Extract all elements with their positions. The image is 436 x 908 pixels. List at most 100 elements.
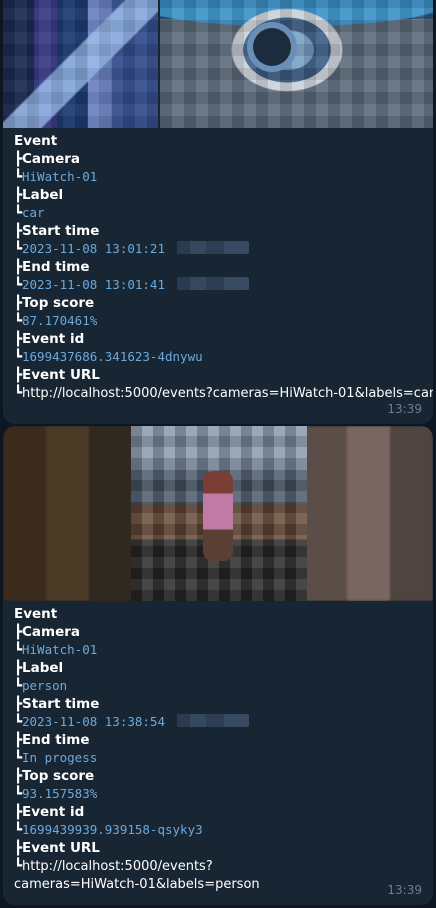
redacted-block (177, 277, 249, 290)
snapshot-detail (203, 471, 233, 561)
field-label: Event URL (22, 367, 100, 383)
tree-branch-glyph: ┣ (14, 259, 23, 275)
tree-leaf-glyph: ┗ (14, 858, 23, 874)
field-camera: ┣ Camera (14, 150, 422, 168)
tree-leaf-glyph: ┗ (14, 642, 23, 658)
field-start-time: ┣ Start time (14, 695, 422, 713)
field-value-row: ┗ http://localhost:5000/events? (14, 857, 422, 876)
field-event-url: ┣ Event URL (14, 839, 422, 857)
end-time-value[interactable]: 2023-11-08 13:01:41 (22, 276, 165, 294)
chat-view: Event ┣ Camera ┗ HiWatch-01 ┣ Label ┗ ca… (0, 0, 436, 908)
field-value-row: ┗ HiWatch-01 (14, 168, 422, 186)
tree-leaf-glyph: ┗ (14, 277, 23, 293)
tree-branch-glyph: ┣ (14, 367, 23, 383)
tree-branch-glyph: ┣ (14, 804, 23, 820)
field-value-row: ┗ 1699437686.341623-4dnywu (14, 348, 422, 366)
camera-value[interactable]: HiWatch-01 (22, 168, 97, 186)
message-text: Event ┣ Camera ┗ HiWatch-01 ┣ Label ┗ ca… (3, 128, 433, 403)
tree-leaf-glyph: ┗ (14, 205, 23, 221)
redacted-block (177, 714, 249, 727)
tree-branch-glyph: ┣ (14, 624, 23, 640)
field-value-row: ┗ 93.157583% (14, 785, 422, 803)
field-label: Start time (22, 223, 100, 239)
snapshot-detail (253, 28, 291, 66)
message-text: Event ┣ Camera ┗ HiWatch-01 ┣ Label ┗ pe… (3, 601, 433, 894)
tree-branch-glyph: ┣ (14, 840, 23, 856)
tree-branch-glyph: ┣ (14, 223, 23, 239)
start-time-value[interactable]: 2023-11-08 13:38:54 (22, 713, 165, 731)
tree-branch-glyph: ┣ (14, 696, 23, 712)
field-label: End time (22, 732, 90, 748)
snapshot-tile-left (3, 0, 158, 128)
field-label: Top score (22, 768, 95, 784)
field-value-row: ┗ 1699439939.939158-qsyky3 (14, 821, 422, 839)
label-value[interactable]: car (22, 204, 45, 222)
field-label: Top score (22, 295, 95, 311)
snapshot-image[interactable] (3, 426, 433, 601)
event-url-link[interactable]: http://localhost:5000/events? (22, 858, 213, 876)
event-id-value[interactable]: 1699437686.341623-4dnywu (22, 348, 203, 366)
field-value-continuation: cameras=HiWatch-01&labels=person (14, 876, 422, 894)
field-top-score: ┣ Top score (14, 294, 422, 312)
tree-leaf-glyph: ┗ (14, 714, 23, 730)
message-timestamp: 13:39 (387, 883, 422, 897)
snapshot-image[interactable] (3, 0, 433, 128)
tree-branch-glyph: ┣ (14, 732, 23, 748)
field-label: Event id (22, 331, 85, 347)
top-score-value[interactable]: 93.157583% (22, 785, 97, 803)
tree-leaf-glyph: ┗ (14, 786, 23, 802)
event-heading: Event (14, 606, 58, 622)
message-bubble[interactable]: Event ┣ Camera ┗ HiWatch-01 ┣ Label ┗ pe… (3, 426, 433, 905)
tree-branch-glyph: ┣ (14, 331, 23, 347)
tree-leaf-glyph: ┗ (14, 678, 23, 694)
top-score-value[interactable]: 87.170461% (22, 312, 97, 330)
field-value-row: ┗ http://localhost:5000/events?cameras=H… (14, 384, 433, 403)
field-label: Camera (22, 151, 81, 167)
field-label: Event id (22, 804, 85, 820)
event-url-link[interactable]: http://localhost:5000/events?cameras=HiW… (22, 385, 433, 403)
redacted-block (177, 241, 249, 254)
start-time-value[interactable]: 2023-11-08 13:01:21 (22, 240, 165, 258)
camera-value[interactable]: HiWatch-01 (22, 641, 97, 659)
tree-branch-glyph: ┣ (14, 151, 23, 167)
tree-leaf-glyph: ┗ (14, 349, 23, 365)
field-end-time: ┣ End time (14, 731, 422, 749)
field-top-score: ┣ Top score (14, 767, 422, 785)
field-event-url: ┣ Event URL (14, 366, 422, 384)
field-camera: ┣ Camera (14, 623, 422, 641)
field-label: Event URL (22, 840, 100, 856)
field-value-row: ┗ 87.170461% (14, 312, 422, 330)
field-value-row: ┗ 2023-11-08 13:01:21 (14, 240, 422, 258)
field-value-row: ┗ In progess (14, 749, 422, 767)
field-label-row: ┣ Label (14, 659, 422, 677)
tree-leaf-glyph: ┗ (14, 822, 23, 838)
field-value-row: ┗ 2023-11-08 13:38:54 (14, 713, 422, 731)
field-value-row: ┗ HiWatch-01 (14, 641, 422, 659)
field-end-time: ┣ End time (14, 258, 422, 276)
event-url-link-continued[interactable]: cameras=HiWatch-01&labels=person (14, 876, 260, 894)
field-label: Label (22, 660, 64, 676)
field-event-id: ┣ Event id (14, 330, 422, 348)
field-label: End time (22, 259, 90, 275)
field-label-row: ┣ Label (14, 186, 422, 204)
end-time-value[interactable]: In progess (22, 749, 97, 767)
tree-leaf-glyph: ┗ (14, 241, 23, 257)
field-label: Start time (22, 696, 100, 712)
field-start-time: ┣ Start time (14, 222, 422, 240)
tree-leaf-glyph: ┗ (14, 313, 23, 329)
field-value-row: ┗ car (14, 204, 422, 222)
label-value[interactable]: person (22, 677, 67, 695)
event-heading: Event (14, 133, 58, 149)
tree-branch-glyph: ┣ (14, 768, 23, 784)
tree-leaf-glyph: ┗ (14, 750, 23, 766)
snapshot-tile-right (160, 0, 433, 128)
tree-branch-glyph: ┣ (14, 660, 23, 676)
field-label: Camera (22, 624, 81, 640)
field-value-row: ┗ 2023-11-08 13:01:41 (14, 276, 422, 294)
message-timestamp: 13:39 (387, 402, 422, 416)
event-id-value[interactable]: 1699439939.939158-qsyky3 (22, 821, 203, 839)
tree-branch-glyph: ┣ (14, 187, 23, 203)
message-bubble[interactable]: Event ┣ Camera ┗ HiWatch-01 ┣ Label ┗ ca… (3, 0, 433, 424)
tree-branch-glyph: ┣ (14, 295, 23, 311)
field-event-id: ┣ Event id (14, 803, 422, 821)
